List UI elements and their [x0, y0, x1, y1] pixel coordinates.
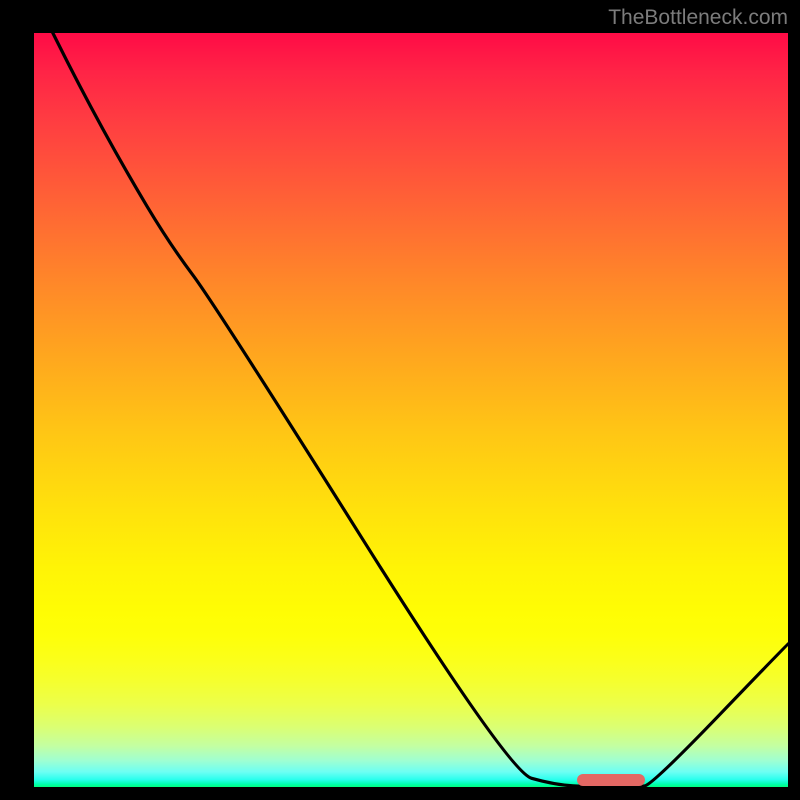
bottleneck-curve: [34, 33, 788, 787]
chart-container: TheBottleneck.com: [0, 0, 800, 800]
watermark-text: TheBottleneck.com: [608, 6, 788, 30]
plot-area: [34, 33, 788, 787]
curve-line: [34, 33, 788, 787]
optimal-range-marker: [577, 774, 645, 786]
